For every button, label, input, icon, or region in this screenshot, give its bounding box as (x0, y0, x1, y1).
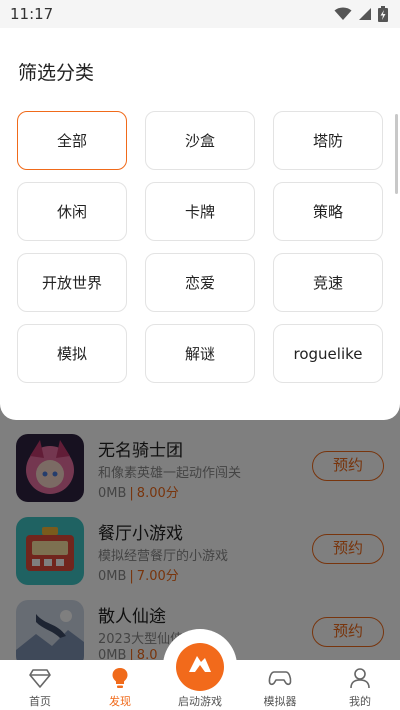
wifi-icon (334, 7, 352, 21)
nav-label: 模拟器 (263, 695, 297, 708)
filter-options: 全部 沙盒 塔防 休闲 卡牌 策略 开放世界 恋爱 竞速 模拟 解谜 rogue… (17, 111, 383, 383)
nav-label: 发现 (109, 695, 131, 708)
filter-panel: 筛选分类 全部 沙盒 塔防 休闲 卡牌 策略 开放世界 恋爱 竞速 模拟 解谜 … (0, 28, 400, 420)
filter-option-puzzle[interactable]: 解谜 (145, 324, 255, 383)
nav-item-profile[interactable]: 我的 (320, 660, 400, 710)
nav-label: 启动游戏 (178, 695, 222, 708)
filter-option-all[interactable]: 全部 (17, 111, 127, 170)
launch-game-button[interactable] (176, 643, 224, 691)
filter-option-card[interactable]: 卡牌 (145, 182, 255, 241)
nav-item-home[interactable]: 首页 (0, 660, 80, 710)
filter-option-casual[interactable]: 休闲 (17, 182, 127, 241)
filter-title: 筛选分类 (18, 62, 95, 84)
filter-option-tower-defense[interactable]: 塔防 (273, 111, 383, 170)
profile-icon (348, 666, 372, 690)
status-icons (334, 6, 388, 22)
filter-option-sandbox[interactable]: 沙盒 (145, 111, 255, 170)
filter-option-romance[interactable]: 恋爱 (145, 253, 255, 312)
lightbulb-icon (108, 666, 132, 690)
launch-game-icon (185, 650, 215, 684)
nav-label: 我的 (349, 695, 371, 708)
home-diamond-icon (28, 666, 52, 690)
filter-option-simulation[interactable]: 模拟 (17, 324, 127, 383)
nav-item-emulator[interactable]: 模拟器 (240, 660, 320, 710)
battery-charging-icon (378, 6, 388, 22)
filter-option-racing[interactable]: 竞速 (273, 253, 383, 312)
status-bar: 11:17 (0, 0, 400, 28)
gamepad-icon (268, 666, 292, 690)
filter-option-roguelike[interactable]: roguelike (273, 324, 383, 383)
nav-label: 首页 (29, 695, 51, 708)
filter-option-strategy[interactable]: 策略 (273, 182, 383, 241)
scrollbar[interactable] (395, 114, 398, 194)
filter-option-open-world[interactable]: 开放世界 (17, 253, 127, 312)
nav-item-discover[interactable]: 发现 (80, 660, 160, 710)
status-time: 11:17 (10, 5, 54, 23)
signal-icon (358, 7, 372, 21)
